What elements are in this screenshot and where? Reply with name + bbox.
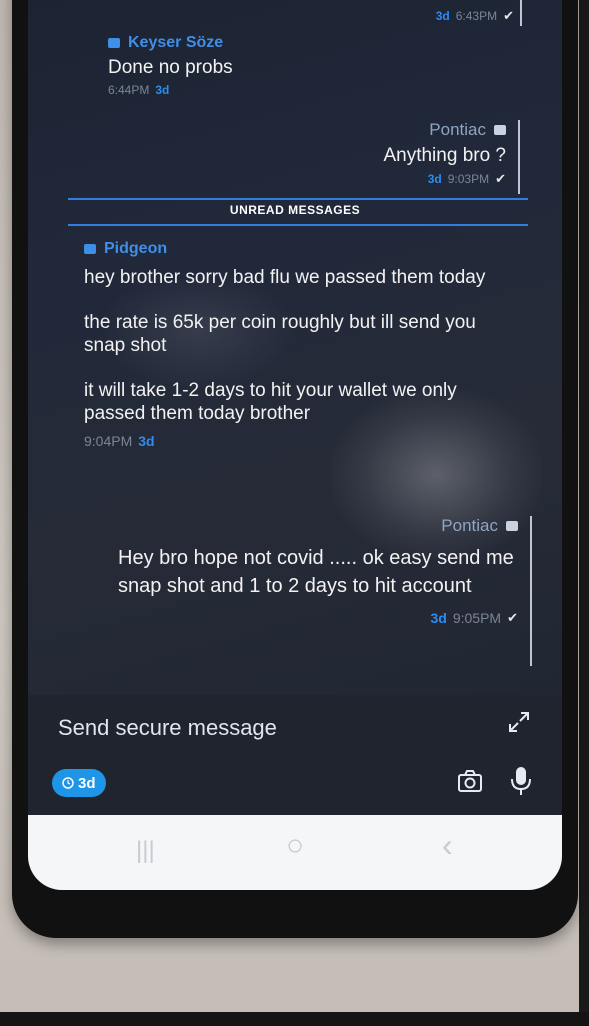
message-time: 6:43PM [455,9,498,23]
ttl-label: 3d [430,610,447,626]
message-time: 9:03PM [447,172,490,186]
message-text: Anything bro ? [383,145,506,166]
message-text: Hey bro hope not covid ..... ok easy sen… [118,547,514,597]
ttl-label: 3d [138,433,155,449]
sender-name: Pidgeon [84,240,514,258]
message-time: 9:05PM [452,610,502,626]
ttl-label: 3d [155,83,170,97]
expand-icon[interactable] [506,709,532,735]
message-input[interactable]: Send secure message [58,715,277,741]
outgoing-bar [520,0,522,26]
outgoing-bar [518,120,520,194]
outgoing-bar [530,516,532,666]
message-meta: 3d 6:43PM ✔ [436,8,514,24]
timer-button[interactable]: 3d [52,769,106,797]
message-meta: 9:04PM 3d [84,433,514,449]
message-meta: 3d 9:03PM ✔ [286,171,506,187]
photo-edge-right [579,0,589,1026]
message-composer: Send secure message 3d [28,695,562,815]
message-time: 6:44PM [108,83,150,97]
system-navbar: ||| ○ ‹ [28,815,562,890]
sender-name: Pontiac [286,120,506,140]
unread-messages-label: UNREAD MESSAGES [229,203,361,217]
sender-avatar-icon [84,244,96,254]
check-icon: ✔ [495,171,506,186]
sender-avatar-icon [108,38,120,48]
phone-body: 3d 6:43PM ✔ Keyser Söze Done no probs 6:… [12,0,578,938]
check-icon: ✔ [507,610,518,625]
message-meta: 3d 9:05PM ✔ [118,610,519,626]
sender-avatar-icon [506,521,518,531]
ttl-label: 3d [435,9,450,23]
message-outgoing-partial: 3d 6:43PM ✔ [436,8,514,24]
message-meta: 6:44PM 3d [108,83,233,97]
timer-label: 3d [78,774,96,792]
home-button[interactable]: ○ [286,829,304,863]
recents-button[interactable]: ||| [136,837,155,865]
message-paragraph: the rate is 65k per coin roughly but ill… [84,312,476,356]
sender-name: Keyser Söze [108,34,233,52]
timer-icon [62,777,74,789]
unread-divider-top [68,198,528,200]
microphone-icon[interactable] [510,765,532,797]
check-icon: ✔ [503,8,514,23]
camera-icon[interactable] [456,767,484,795]
message-outgoing[interactable]: Pontiac Hey bro hope not covid ..... ok … [118,516,518,626]
sender-name: Pontiac [118,516,518,536]
message-time: 9:04PM [84,433,133,449]
back-button[interactable]: ‹ [442,827,453,864]
chat-screen: 3d 6:43PM ✔ Keyser Söze Done no probs 6:… [28,0,562,890]
message-outgoing[interactable]: Pontiac Anything bro ? 3d 9:03PM ✔ [286,120,506,187]
sender-avatar-icon [494,125,506,135]
message-text: Done no probs [108,57,233,78]
message-paragraph: it will take 1-2 days to hit your wallet… [84,380,457,424]
photo-edge-bottom [0,1012,589,1026]
unread-divider-bottom [68,224,528,226]
ttl-label: 3d [427,172,442,186]
message-incoming[interactable]: Pidgeon hey brother sorry bad flu we pas… [84,240,514,449]
message-paragraph: hey brother sorry bad flu we passed them… [84,267,486,288]
message-incoming[interactable]: Keyser Söze Done no probs 6:44PM 3d [108,34,233,97]
